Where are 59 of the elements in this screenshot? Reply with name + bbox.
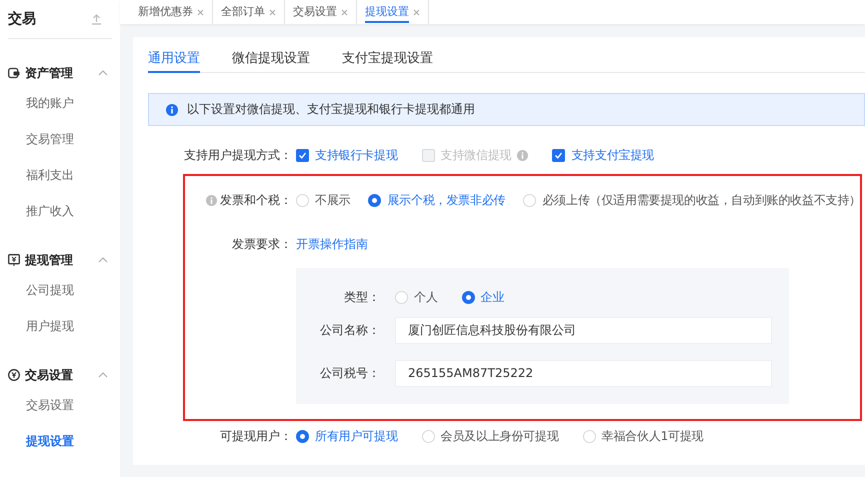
field-label: 可提现用户： — [220, 428, 292, 444]
sidebar-item[interactable]: 交易设置 — [0, 387, 120, 423]
close-icon[interactable] — [197, 8, 204, 16]
radio-option[interactable]: 会员及以上身份可提现 — [422, 428, 559, 444]
page-tab[interactable]: 全部订单 — [221, 4, 265, 22]
withdraw-icon — [8, 254, 20, 266]
sidebar-item[interactable]: 推广收入 — [0, 193, 120, 229]
radio-button[interactable] — [296, 430, 309, 442]
sidebar-group-label[interactable]: 提现管理 — [25, 252, 98, 268]
close-icon[interactable] — [269, 8, 276, 16]
sidebar-group-label[interactable]: 资产管理 — [25, 64, 98, 82]
radio-button[interactable] — [368, 194, 382, 206]
field-label: 发票要求： — [232, 236, 292, 252]
checkmark-icon — [298, 150, 307, 160]
sidebar-group-label[interactable]: 交易设置 — [25, 366, 98, 384]
guide-link[interactable]: 开票操作指南 — [296, 236, 368, 252]
radio-option[interactable]: 必须上传（仅适用需要提现的收益，自动到账的收益不支持） — [523, 192, 862, 208]
info-icon — [166, 104, 178, 116]
radio-option[interactable]: 企业 — [462, 288, 504, 306]
field-label: 支持用户提现方式： — [184, 146, 292, 164]
upload-icon[interactable] — [91, 13, 102, 25]
checkmark-icon — [554, 150, 564, 160]
radio-option[interactable]: 幸福合伙人1可提现 — [582, 428, 704, 444]
wallet-icon — [8, 67, 20, 79]
radio-button[interactable] — [462, 290, 475, 304]
page-tab[interactable]: 提现设置 — [365, 4, 409, 22]
close-icon[interactable] — [341, 8, 348, 16]
radio-option[interactable]: 所有用户可提现 — [296, 428, 398, 444]
field-label: 公司税号： — [320, 364, 380, 382]
page-tab[interactable]: 交易设置 — [293, 4, 337, 22]
sidebar-item[interactable]: 交易管理 — [0, 121, 120, 157]
text-field[interactable]: 265155AM87T25222 — [395, 360, 772, 386]
sidebar-item[interactable]: 福利支出 — [0, 157, 120, 193]
sidebar-title: 交易 — [8, 10, 36, 28]
sidebar-item[interactable]: 用户提现 — [0, 308, 120, 344]
radio-option[interactable]: 不展示 — [296, 192, 350, 208]
settings-tab[interactable]: 通用设置 — [148, 45, 200, 73]
settings-tab[interactable]: 支付宝提现设置 — [342, 45, 433, 73]
notice-text: 以下设置对微信提现、支付宝提现和银行卡提现都通用 — [187, 101, 475, 118]
text-field[interactable]: 厦门创匠信息科技股份有限公司 — [395, 316, 772, 344]
field-label: 发票和个税： — [220, 192, 292, 208]
settings-tab[interactable]: 微信提现设置 — [232, 45, 310, 73]
radio-option[interactable]: 个人 — [395, 288, 438, 306]
sidebar-item[interactable]: 提现设置 — [0, 423, 120, 459]
page-tab[interactable]: 新增优惠券 — [138, 4, 193, 22]
checkbox[interactable] — [552, 148, 566, 162]
yen-circle-icon — [8, 369, 20, 381]
chevron-up-icon[interactable] — [98, 257, 108, 263]
chevron-up-icon[interactable] — [98, 372, 108, 378]
checkbox[interactable] — [296, 148, 309, 162]
sidebar-item[interactable]: 公司提现 — [0, 272, 120, 308]
radio-option[interactable]: 展示个税，发票非必传 — [368, 192, 506, 208]
checkbox-option[interactable]: 支持支付宝提现 — [552, 146, 654, 164]
field-label: 类型： — [344, 288, 380, 306]
sidebar-item[interactable]: 我的账户 — [0, 85, 120, 121]
chevron-up-icon[interactable] — [98, 70, 108, 76]
checkbox-option[interactable]: 支持银行卡提现 — [296, 146, 398, 164]
close-icon[interactable] — [413, 8, 420, 16]
field-label: 公司名称： — [320, 322, 380, 338]
